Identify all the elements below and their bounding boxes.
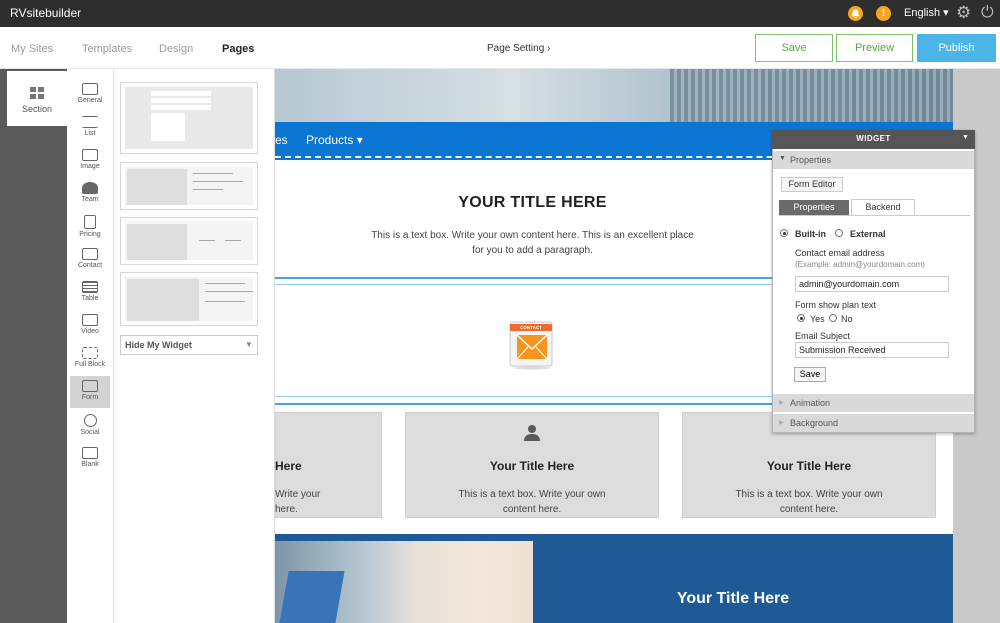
contact-badge: CONTACT: [520, 325, 542, 330]
widget-blank[interactable]: Blank: [70, 443, 110, 475]
widget-team[interactable]: Team: [70, 178, 110, 210]
widget-general[interactable]: General: [70, 79, 110, 111]
widget-panel-title: WIDGET: [856, 134, 891, 143]
section-label: Section: [22, 104, 53, 114]
nav-pages[interactable]: Pages: [222, 43, 254, 55]
email-label: Contact email address: [795, 248, 885, 258]
tablet-image: [279, 571, 345, 623]
form-icon: [82, 380, 98, 392]
accordion-properties-label: Properties: [790, 155, 832, 165]
blank-icon: [82, 447, 98, 459]
card-middle-text[interactable]: This is a text box. Write your own conte…: [455, 487, 609, 517]
brand-logo: RVsitebuilder: [10, 6, 82, 20]
table-icon: [82, 281, 98, 293]
chevron-right-icon: ▶: [779, 400, 784, 406]
panel-save-button[interactable]: Save: [794, 367, 826, 382]
bell-icon[interactable]: [848, 6, 863, 21]
form-template-3[interactable]: [120, 217, 258, 265]
email-field[interactable]: admin@yourdomain.com: [795, 276, 949, 292]
accordion-background-label: Background: [790, 418, 839, 428]
language-select[interactable]: English ▾: [904, 6, 949, 19]
chevron-right-icon: ▶: [779, 420, 784, 426]
builtin-radio[interactable]: [780, 229, 788, 237]
plan-yes-radio[interactable]: [797, 314, 805, 322]
save-button[interactable]: Save: [755, 34, 833, 62]
band-title[interactable]: Your Title Here: [533, 590, 933, 608]
form-template-1[interactable]: [120, 82, 258, 154]
nav-my-sites[interactable]: My Sites: [11, 43, 53, 55]
nav-templates[interactable]: Templates: [82, 43, 132, 55]
site-nav-item-products[interactable]: Products ▾: [306, 133, 363, 147]
globe-icon: [83, 414, 97, 427]
widget-list-item[interactable]: List: [70, 112, 110, 144]
card-left-text[interactable]: Write your here.: [275, 487, 325, 517]
plan-no-label: No: [841, 314, 853, 324]
chevron-down-icon: ▼: [779, 155, 786, 162]
general-icon: [82, 83, 98, 95]
power-icon[interactable]: ⏻: [981, 4, 994, 22]
card-right-text[interactable]: This is a text box. Write your own conte…: [732, 487, 886, 517]
widget-image[interactable]: Image: [70, 145, 110, 177]
contact-form-icon[interactable]: CONTACT: [508, 320, 556, 370]
widget-table[interactable]: Table: [70, 277, 110, 309]
image-icon: [82, 149, 98, 161]
page-setting-link[interactable]: Page Setting ›: [487, 43, 550, 54]
building-image: [670, 69, 953, 122]
envelope-icon: [82, 248, 98, 260]
chevron-down-icon: ▼: [245, 340, 253, 349]
tab-properties[interactable]: Properties: [779, 200, 849, 215]
nav-design[interactable]: Design: [159, 43, 193, 55]
section-title[interactable]: YOUR TITLE HERE: [275, 194, 790, 212]
builtin-label: Built-in: [795, 229, 826, 239]
caret-down-icon[interactable]: ▼: [962, 134, 969, 141]
gear-icon[interactable]: ⚙: [956, 4, 971, 22]
email-hint: (Example: admin@yourdomain.com): [795, 260, 925, 269]
alert-icon[interactable]: !: [876, 6, 891, 21]
widget-full-block[interactable]: Full Block: [70, 343, 110, 375]
left-sidebar: [0, 69, 67, 623]
user-icon: [524, 424, 540, 446]
section-text[interactable]: This is a text box. Write your own conte…: [370, 228, 695, 258]
form-editor-button[interactable]: Form Editor: [781, 177, 843, 192]
preview-button[interactable]: Preview: [836, 34, 913, 62]
publish-button[interactable]: Publish: [917, 34, 996, 62]
external-label: External: [850, 229, 886, 239]
form-template-4[interactable]: [120, 272, 258, 326]
form-template-2[interactable]: [120, 162, 258, 210]
subject-field[interactable]: Submission Received: [795, 342, 949, 358]
list-icon: [82, 116, 98, 128]
widget-pricing[interactable]: Pricing: [70, 211, 110, 243]
card-right-title[interactable]: Your Title Here: [682, 459, 936, 473]
external-radio[interactable]: [835, 229, 843, 237]
team-icon: [82, 182, 98, 194]
accordion-animation-label: Animation: [790, 398, 831, 408]
grid-icon: [30, 86, 44, 99]
plan-label: Form show plan text: [795, 300, 877, 310]
plan-no-radio[interactable]: [829, 314, 837, 322]
full-block-icon: [82, 347, 98, 359]
card-middle-title[interactable]: Your Title Here: [405, 459, 659, 473]
video-icon: [82, 314, 98, 326]
widget-form[interactable]: Form: [70, 376, 110, 408]
subject-label: Email Subject: [795, 331, 851, 341]
card-left-title[interactable]: Here: [275, 459, 303, 473]
plan-yes-label: Yes: [810, 314, 825, 324]
widget-social[interactable]: Social: [70, 410, 110, 442]
hide-widget-label: Hide My Widget: [125, 340, 192, 350]
site-nav-item-partial[interactable]: es: [275, 133, 288, 147]
widget-contact[interactable]: Contact: [70, 244, 110, 276]
pricing-icon: [84, 215, 96, 229]
widget-video[interactable]: Video: [70, 310, 110, 342]
tab-backend[interactable]: Backend: [851, 199, 915, 215]
tab-divider: [779, 215, 970, 216]
